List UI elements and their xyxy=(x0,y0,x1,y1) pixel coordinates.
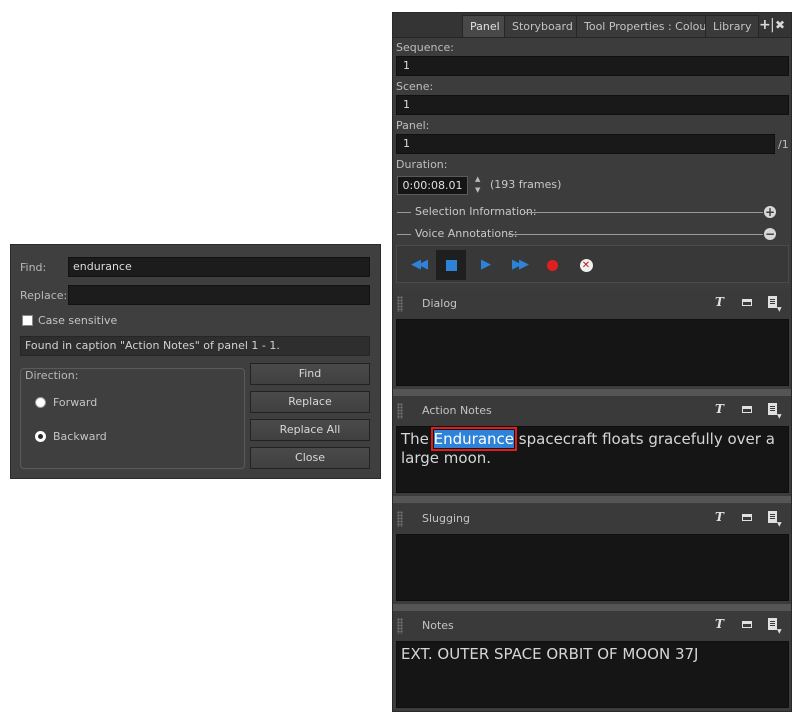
forward-label[interactable]: Forward xyxy=(53,396,97,409)
text-format-icon[interactable]: T xyxy=(715,402,724,416)
panel-field[interactable]: 1 xyxy=(396,134,775,154)
drag-handle-icon[interactable] xyxy=(397,296,403,312)
tab-divider: | xyxy=(770,17,775,33)
direction-label: Direction: xyxy=(25,369,79,382)
caption-menu-caret-icon[interactable]: ▼ xyxy=(777,306,782,313)
text-format-icon[interactable]: T xyxy=(715,617,724,631)
text-format-icon[interactable]: T xyxy=(715,295,724,309)
backward-radio[interactable] xyxy=(35,431,46,442)
selection-info-label: Selection Information: xyxy=(415,205,537,218)
replace-label: Replace: xyxy=(20,289,68,302)
rewind-icon[interactable]: ◀◀ xyxy=(403,250,433,280)
scene-label: Scene: xyxy=(396,80,434,93)
text-format-icon[interactable]: T xyxy=(715,510,724,524)
notes-caption-header: Notes T ▼ xyxy=(393,611,791,641)
found-match-highlight: Endurance xyxy=(430,427,518,451)
voice-annotation-toolbar: ◀◀ ▶ ▶▶ ✕ xyxy=(396,245,789,283)
case-sensitive-label[interactable]: Case sensitive xyxy=(38,314,117,327)
replace-button[interactable]: Replace xyxy=(250,391,370,413)
open-window-icon[interactable] xyxy=(742,621,752,628)
duration-field[interactable]: 0:00:08.01 xyxy=(397,176,468,195)
slugging-caption-title: Slugging xyxy=(422,512,470,525)
sequence-field[interactable]: 1 xyxy=(396,56,789,76)
caption-menu-icon[interactable] xyxy=(768,511,777,523)
open-window-icon[interactable] xyxy=(742,514,752,521)
tab-panel[interactable]: Panel xyxy=(462,15,508,37)
voice-annotations-label: Voice Annotations: xyxy=(415,227,518,240)
tab-bar: Panel Storyboard Tool Properties : Colou… xyxy=(393,13,791,38)
caption-menu-caret-icon[interactable]: ▼ xyxy=(777,413,782,420)
panel-total: /1 xyxy=(778,138,789,151)
caption-menu-icon[interactable] xyxy=(768,618,777,630)
find-label: Find: xyxy=(20,261,47,274)
selection-info-line-right xyxy=(525,212,763,213)
open-window-icon[interactable] xyxy=(742,406,752,413)
fast-forward-icon[interactable]: ▶▶ xyxy=(504,250,534,280)
section-divider xyxy=(393,389,791,396)
close-view-icon[interactable]: ✖ xyxy=(775,15,785,35)
scene-field[interactable]: 1 xyxy=(396,95,789,115)
play-icon[interactable]: ▶ xyxy=(471,250,501,280)
voice-annotations-line-right xyxy=(508,234,763,235)
caption-menu-caret-icon[interactable]: ▼ xyxy=(777,521,782,528)
drag-handle-icon[interactable] xyxy=(397,511,403,527)
collapse-minus-icon[interactable]: − xyxy=(764,228,776,240)
action-notes-text-before: The xyxy=(401,430,434,448)
spin-down-icon[interactable]: ▼ xyxy=(475,187,480,194)
replace-all-button[interactable]: Replace All xyxy=(250,419,370,441)
delete-recording-icon[interactable]: ✕ xyxy=(571,250,601,280)
find-button[interactable]: Find xyxy=(250,363,370,385)
section-divider xyxy=(393,604,791,611)
expand-plus-icon[interactable]: + xyxy=(764,206,776,218)
caption-menu-caret-icon[interactable]: ▼ xyxy=(777,628,782,635)
notes-caption-text[interactable]: EXT. OUTER SPACE ORBIT OF MOON 37J xyxy=(396,641,789,708)
panel-view: Panel Storyboard Tool Properties : Colou… xyxy=(392,12,792,712)
slugging-caption-text[interactable] xyxy=(396,534,789,601)
drag-handle-icon[interactable] xyxy=(397,618,403,634)
caption-menu-icon[interactable] xyxy=(768,403,777,415)
selection-info-line-left xyxy=(397,212,411,213)
duration-label: Duration: xyxy=(396,158,448,171)
spin-up-icon[interactable]: ▲ xyxy=(475,176,480,183)
add-tab-icon[interactable]: + xyxy=(759,15,771,35)
dialog-caption-title: Dialog xyxy=(422,297,458,310)
tab-library[interactable]: Library xyxy=(705,15,760,37)
frame-count: (193 frames) xyxy=(490,178,562,191)
voice-annotations-line-left xyxy=(397,234,411,235)
action-notes-caption-text[interactable]: The Endurance spacecraft floats graceful… xyxy=(396,426,789,493)
replace-input[interactable] xyxy=(68,285,370,305)
sequence-label: Sequence: xyxy=(396,41,454,54)
slugging-caption-header: Slugging T ▼ xyxy=(393,504,791,534)
dialog-caption-text[interactable] xyxy=(396,319,789,386)
forward-radio[interactable] xyxy=(35,397,46,408)
action-notes-caption-title: Action Notes xyxy=(422,404,492,417)
find-status-message: Found in caption "Action Notes" of panel… xyxy=(20,336,370,356)
section-divider xyxy=(393,496,791,503)
tab-storyboard[interactable]: Storyboard xyxy=(504,15,581,37)
find-replace-dialog: Find: endurance Replace: Case sensitive … xyxy=(10,244,381,479)
drag-handle-icon[interactable] xyxy=(397,403,403,419)
case-sensitive-checkbox[interactable] xyxy=(22,315,33,326)
close-button[interactable]: Close xyxy=(250,447,370,469)
notes-caption-title: Notes xyxy=(422,619,454,632)
panel-label: Panel: xyxy=(396,119,430,132)
record-icon[interactable] xyxy=(537,250,567,280)
caption-menu-icon[interactable] xyxy=(768,296,777,308)
backward-label[interactable]: Backward xyxy=(53,430,107,443)
direction-group: Direction: Forward Backward xyxy=(20,368,245,469)
stop-icon[interactable] xyxy=(436,250,466,280)
tab-tool-properties[interactable]: Tool Properties : Colour xyxy=(576,15,719,37)
open-window-icon[interactable] xyxy=(742,299,752,306)
action-notes-caption-header: Action Notes T ▼ xyxy=(393,396,791,426)
find-input[interactable]: endurance xyxy=(68,257,370,277)
dialog-caption-header: Dialog T ▼ xyxy=(393,289,791,319)
